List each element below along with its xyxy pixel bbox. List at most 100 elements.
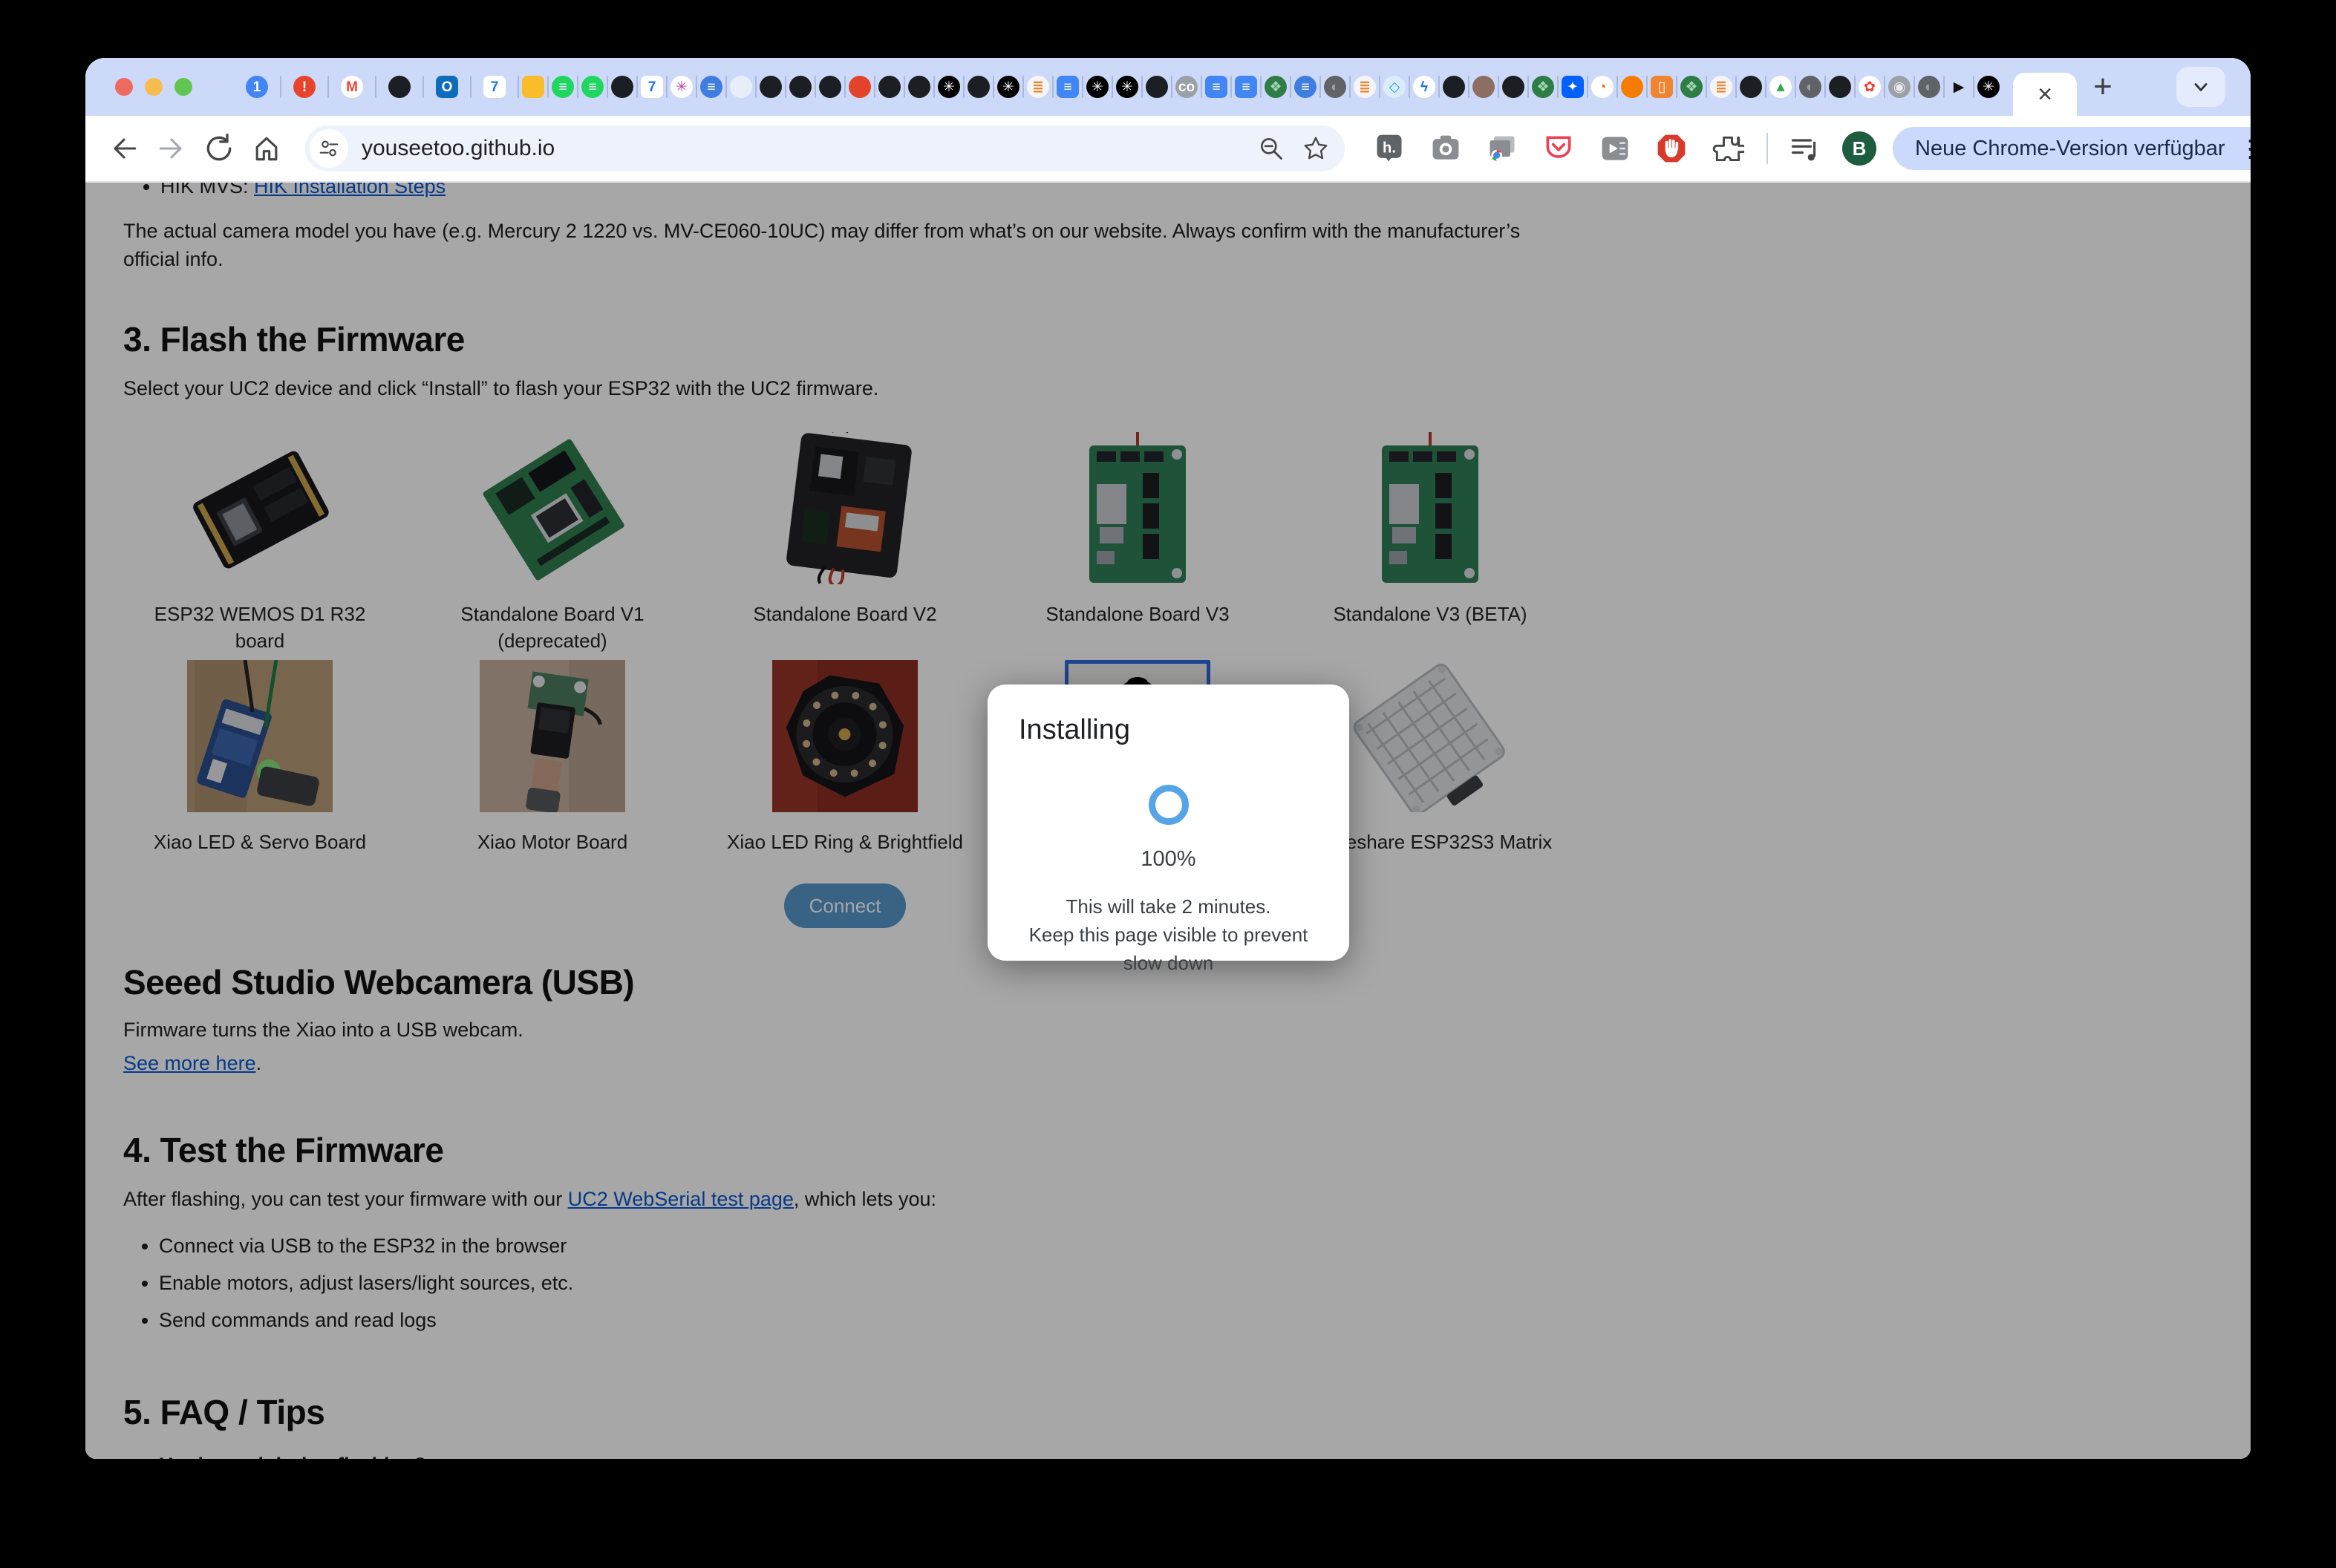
pocket-extension-button[interactable] — [1541, 131, 1576, 166]
favicon-globe-icon[interactable]: ◐ — [1324, 76, 1346, 98]
favicon-badge-light-icon[interactable] — [730, 76, 752, 98]
favicon-github-icon[interactable] — [878, 76, 901, 98]
playlist-music-icon — [1789, 132, 1821, 165]
favicon-stackoverflow-icon[interactable]: ≣ — [1354, 76, 1376, 98]
tab-separator — [696, 76, 697, 98]
page-viewport: HIK MVS: HIK Installation Steps The actu… — [85, 183, 2251, 1459]
favicon-lightning-icon[interactable]: ϟ — [1413, 76, 1435, 98]
active-tab[interactable]: × — [2013, 73, 2077, 116]
favicon-github-icon[interactable] — [789, 76, 812, 98]
close-window-button[interactable] — [115, 78, 133, 96]
favicon-spotify-icon[interactable]: ≡ — [552, 76, 574, 98]
favicon-orange-ring-icon[interactable] — [1621, 76, 1643, 98]
favicon-github-icon[interactable] — [611, 76, 633, 98]
tab-separator — [785, 76, 786, 98]
favicon-github-icon[interactable] — [1443, 76, 1465, 98]
favicon-co-icon[interactable]: co — [1175, 76, 1198, 98]
favicon-alert-icon[interactable]: ! — [293, 76, 316, 98]
tab-separator — [375, 76, 376, 98]
hypothesis-extension-button[interactable]: h. — [1371, 131, 1407, 166]
favicon-grid-green-icon[interactable]: ❖ — [1265, 76, 1287, 98]
favicon-github-icon[interactable] — [1502, 76, 1524, 98]
image-capture-extension-button[interactable] — [1484, 131, 1520, 166]
browser-menu-icon[interactable]: ⋮ — [2238, 137, 2251, 160]
tab-separator — [1379, 76, 1380, 98]
favicon-openai-icon[interactable]: ✳ — [997, 76, 1019, 98]
favicon-outlook-icon[interactable]: O — [436, 76, 458, 98]
tab-separator — [577, 76, 578, 98]
favicon-github-icon[interactable] — [1146, 76, 1168, 98]
video-speed-icon — [1599, 132, 1631, 165]
favicon-globe-icon[interactable]: ◐ — [1918, 76, 1940, 98]
adblock-extension-button[interactable] — [1654, 131, 1689, 166]
minimize-window-button[interactable] — [145, 78, 163, 96]
favicon-tasks-blue-icon[interactable]: ≡ — [1294, 76, 1317, 98]
favicon-github-icon[interactable] — [908, 76, 930, 98]
back-button[interactable] — [105, 129, 143, 168]
favicon-openai-icon[interactable]: ✳ — [1116, 76, 1138, 98]
favicon-grid-green-icon[interactable]: ❖ — [1532, 76, 1554, 98]
fullscreen-window-button[interactable] — [174, 78, 192, 96]
favicon-github-icon[interactable] — [968, 76, 990, 98]
favicon-github-icon[interactable] — [819, 76, 841, 98]
bookmark-button[interactable] — [1302, 134, 1330, 163]
favicon-book-orange-icon[interactable]: ▯ — [1651, 76, 1673, 98]
favicon-grid-green-icon[interactable]: ❖ — [1680, 76, 1703, 98]
profile-avatar[interactable]: B — [1842, 131, 1876, 166]
favicon-openai-icon[interactable]: ✳ — [1977, 76, 2000, 98]
tab-separator — [470, 76, 472, 98]
tab-separator — [422, 76, 424, 98]
tab-separator — [636, 76, 638, 98]
close-tab-icon[interactable]: × — [2038, 82, 2052, 107]
tab-search-button[interactable] — [2176, 67, 2225, 107]
favicon-docs-icon[interactable]: ≡ — [1235, 76, 1257, 98]
favicon-stackoverflow-icon[interactable]: ≣ — [1710, 76, 1732, 98]
tab-separator — [1052, 76, 1054, 98]
forward-button[interactable] — [152, 129, 191, 168]
favicon-github-icon[interactable] — [760, 76, 782, 98]
favicon-calendar-icon[interactable]: 7 — [641, 76, 663, 98]
favicon-gmail-icon[interactable]: M — [341, 76, 363, 98]
url-text[interactable]: youseetoo.github.io — [362, 136, 1241, 161]
favicon-openai-icon[interactable]: ✳ — [1086, 76, 1109, 98]
home-button[interactable] — [247, 129, 286, 168]
favicon-keep-icon[interactable] — [522, 76, 544, 98]
tab-separator — [904, 76, 905, 98]
favicon-profile-photo-icon[interactable] — [1472, 76, 1495, 98]
favicon-pie-icon[interactable]: ◔ — [1591, 76, 1614, 98]
favicon-tasks-blue-icon[interactable]: ≡ — [700, 76, 722, 98]
favicon-calendar-icon[interactable]: 7 — [483, 76, 506, 98]
extensions-menu-button[interactable] — [1710, 131, 1746, 166]
reload-button[interactable] — [200, 129, 238, 168]
favicon-drive-icon[interactable]: ▲ — [1769, 76, 1792, 98]
new-tab-button[interactable]: + — [2077, 65, 2129, 108]
favicon-openai-icon[interactable]: ✳ — [938, 76, 960, 98]
favicon-chrome-gray-icon[interactable]: ◉ — [1888, 76, 1911, 98]
chrome-update-button[interactable]: Neue Chrome-Version verfügbar ⋮ — [1893, 127, 2251, 170]
tab-separator — [1260, 76, 1262, 98]
favicon-gitlab-icon[interactable] — [849, 76, 871, 98]
tab-strip: 1!MO7≡≡7✳≡✳✳≣≡✳✳co≡≡❖≡◐≣◇ϟ❖✦◔▯❖≣▲◐✿◉◐▶✳ … — [85, 58, 2251, 116]
pocket-icon — [1542, 132, 1575, 165]
favicon-beaker-icon[interactable]: ◇ — [1383, 76, 1406, 98]
favicon-stackoverflow-icon[interactable]: ≣ — [1027, 76, 1049, 98]
favicon-notification-1-icon[interactable]: 1 — [246, 76, 268, 98]
favicon-docs-icon[interactable]: ≡ — [1205, 76, 1227, 98]
favicon-confetti-icon[interactable]: ✳ — [671, 76, 693, 98]
favicon-globe-icon[interactable]: ◐ — [1799, 76, 1821, 98]
media-controls-button[interactable] — [1787, 131, 1823, 166]
video-speed-extension-button[interactable] — [1597, 131, 1633, 166]
address-bar[interactable]: youseetoo.github.io — [305, 125, 1345, 172]
site-settings-button[interactable] — [310, 129, 348, 168]
favicon-photos-icon[interactable]: ✿ — [1859, 76, 1881, 98]
favicon-github-icon[interactable] — [1829, 76, 1851, 98]
favicon-spotify-icon[interactable]: ≡ — [581, 76, 604, 98]
screenshot-extension-button[interactable] — [1428, 131, 1464, 166]
chevron-down-icon — [2188, 74, 2213, 99]
favicon-play-icon[interactable]: ▶ — [1948, 76, 1970, 98]
favicon-dropbox-icon[interactable]: ✦ — [1562, 76, 1584, 98]
favicon-docs-icon[interactable]: ≡ — [1057, 76, 1079, 98]
zoom-out-button[interactable] — [1257, 134, 1285, 163]
favicon-github-icon[interactable] — [388, 76, 411, 98]
favicon-github-icon[interactable] — [1740, 76, 1762, 98]
